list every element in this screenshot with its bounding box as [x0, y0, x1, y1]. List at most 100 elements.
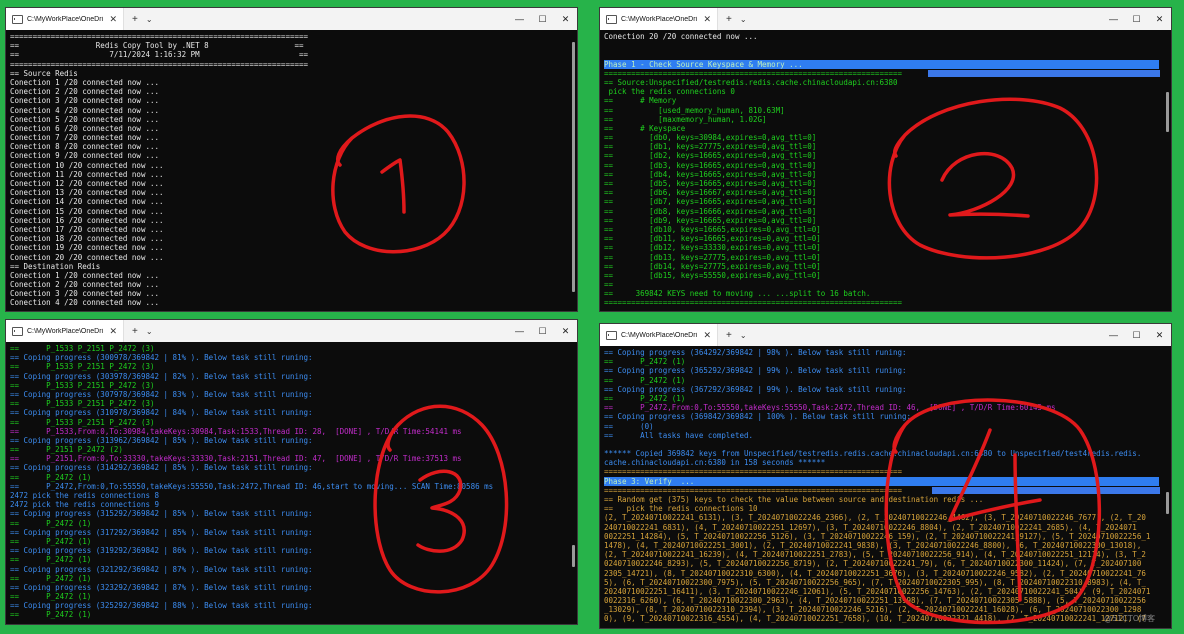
window-close-button[interactable]: ✕ [1148, 330, 1171, 341]
terminal-line: Conection 2 /20 connected now ... [10, 87, 160, 97]
terminal-line: == [db15, keys=55550,expires=0,avg_ttl=0… [604, 270, 821, 280]
terminal-line: Phase 1 - Check Source Keyspace & Memory… [604, 59, 1159, 69]
terminal-line: 0), (9, T_20240710022316_4554), (4, T_20… [604, 614, 1146, 624]
maximize-button[interactable]: ☐ [531, 326, 554, 337]
dropdown-chevron-icon[interactable]: ⌄ [740, 331, 747, 340]
terminal-tab[interactable]: C:\MyWorkPlace\OneDrive - f ✕ [600, 8, 718, 30]
minimize-button[interactable]: — [1102, 330, 1125, 340]
terminal-line: == Coping progress (323292/369842 | 87% … [10, 582, 313, 592]
scrollbar[interactable] [572, 42, 575, 292]
terminal-line: == [db13, keys=27775,expires=0,avg_ttl=0… [604, 252, 821, 262]
terminal-line: == Coping progress (367292/369842 | 99% … [604, 384, 907, 394]
maximize-button[interactable]: ☐ [1125, 330, 1148, 341]
window-close-button[interactable]: ✕ [554, 326, 577, 337]
terminal-line: ========================================… [604, 298, 903, 308]
terminal-line: 20240710022251_16411), (3, T_20240710022… [604, 586, 1151, 596]
terminal-line: Conection 5 /20 connected now ... [10, 114, 160, 124]
terminal-line: (2, T_20240710022241_6131), (3, T_202407… [604, 513, 1146, 523]
terminal-line: == Coping progress (310978/369842 | 84% … [10, 408, 313, 418]
tab-close-icon[interactable]: ✕ [103, 326, 123, 337]
terminal-line: == [db3, keys=16665,expires=0,avg_ttl=0] [604, 160, 817, 170]
tab-close-icon[interactable]: ✕ [697, 14, 717, 25]
terminal-line: == Coping progress (364292/369842 | 98% … [604, 348, 907, 357]
terminal-line: 2472 pick the redis connections 8 [10, 491, 160, 500]
dropdown-chevron-icon[interactable]: ⌄ [146, 327, 153, 336]
terminal-line: == Random get (375) keys to check the va… [604, 495, 984, 504]
terminal-line: == [db10, keys=16665,expires=0,avg_ttl=0… [604, 224, 821, 234]
dropdown-chevron-icon[interactable]: ⌄ [740, 15, 747, 24]
terminal-line: 2305_14721), (8, T_20240710022310_6300),… [604, 568, 1146, 578]
terminal-line: == Coping progress (307978/369842 | 83% … [10, 389, 313, 399]
terminal-line: == # Memory [604, 96, 677, 106]
terminal-line: == [db8, keys=16666,expires=0,avg_ttl=0] [604, 206, 817, 216]
terminal-tab[interactable]: C:\MyWorkPlace\OneDrive - f ✕ [600, 324, 718, 346]
terminal-line: == 7/11/2024 1:16:32 PM == [10, 50, 309, 60]
tab-close-icon[interactable]: ✕ [103, 14, 123, 25]
new-tab-button[interactable]: + [726, 14, 732, 25]
minimize-button[interactable]: — [508, 14, 531, 24]
new-tab-button[interactable]: + [132, 14, 138, 25]
terminal-line: Conection 1 /20 connected now ... [10, 270, 160, 280]
terminal-line: == Coping progress (325292/369842 | 88% … [10, 601, 313, 611]
watermark: @51CTO博客 [1104, 614, 1155, 623]
terminal-line: == 369842 KEYS need to moving ... ...spl… [604, 289, 871, 299]
title-bar: C:\MyWorkPlace\OneDrive - f ✕ + ⌄ — ☐ ✕ [600, 8, 1171, 30]
terminal-line: == Coping progress (317292/369842 | 85% … [10, 527, 313, 537]
terminal-line: == Coping progress (321292/369842 | 87% … [10, 564, 313, 574]
terminal-line: == P_2472 (1) [604, 393, 686, 403]
terminal-line: Conection 13 /20 connected now ... [10, 188, 164, 198]
terminal-line: Conection 20 /20 connected now ... [604, 32, 758, 41]
title-bar: C:\MyWorkPlace\OneDrive - f ✕ + ⌄ — ☐ ✕ [600, 324, 1171, 346]
maximize-button[interactable]: ☐ [1125, 14, 1148, 25]
new-tab-button[interactable]: + [726, 330, 732, 341]
terminal-line: == Coping progress (369842/369842 | 100%… [604, 412, 912, 422]
terminal-tab[interactable]: C:\MyWorkPlace\OneDrive - f ✕ [6, 320, 124, 342]
terminal-line: (2, T_20240710022241_16239), (4, T_20240… [604, 550, 1146, 560]
terminal-line: Conection 14 /20 connected now ... [10, 197, 164, 207]
terminal-line: == [db14, keys=27775,expires=0,avg_ttl=0… [604, 261, 821, 271]
terminal-line: Conection 10 /20 connected now ... [10, 160, 164, 170]
terminal-line: == [maxmemory_human, 1.02G] [604, 114, 767, 124]
minimize-button[interactable]: — [1102, 14, 1125, 24]
minimize-button[interactable]: — [508, 326, 531, 336]
title-bar: C:\MyWorkPlace\OneDrive - f ✕ + ⌄ — ☐ ✕ [6, 320, 577, 342]
terminal-line: == P_2151,From:0,To:33330,takeKeys:33330… [10, 454, 462, 464]
terminal-icon [606, 330, 617, 340]
terminal-line: pick the redis connections 0 [604, 87, 735, 97]
terminal-output[interactable]: ========================================… [10, 32, 565, 311]
terminal-line: 240710022241_6831), (4, T_20240710022251… [604, 522, 1137, 532]
terminal-line: == Source:Unspecified/testredis.redis.ca… [604, 77, 898, 87]
window-close-button[interactable]: ✕ [554, 14, 577, 25]
terminal-line: == P_1533 P_2151 P_2472 (3) [10, 362, 155, 372]
terminal-line: == P_1533 P_2151 P_2472 (3) [10, 344, 155, 353]
tab-close-icon[interactable]: ✕ [697, 330, 717, 341]
terminal-line: == P_2472 (1) [10, 555, 92, 565]
terminal-line: == Coping progress (315292/369842 | 85% … [10, 509, 313, 519]
new-tab-button[interactable]: + [132, 326, 138, 337]
maximize-button[interactable]: ☐ [531, 14, 554, 25]
terminal-line: == P_2472 (1) [10, 472, 92, 482]
terminal-tab[interactable]: C:\MyWorkPlace\OneDrive - f ✕ [6, 8, 124, 30]
terminal-output[interactable]: == P_1533 P_2151 P_2472 (3) == Coping pro… [10, 344, 565, 624]
terminal-window-1: C:\MyWorkPlace\OneDrive - f ✕ + ⌄ — ☐ ✕ … [5, 7, 578, 312]
terminal-line: == [used_memory_human, 810.63M] [604, 105, 785, 115]
terminal-line: == P_2151 P_2472 (2) [10, 445, 123, 455]
scrollbar[interactable] [1166, 92, 1169, 132]
terminal-line: == [db0, keys=30984,expires=0,avg_ttl=0] [604, 133, 817, 143]
terminal-line: 0022316_6260), (6, T_20240710022300_2963… [604, 596, 1146, 606]
terminal-line: Conection 4 /20 connected now ... [10, 105, 160, 115]
terminal-icon [606, 14, 617, 24]
scrollbar[interactable] [1166, 492, 1169, 514]
terminal-line: Conection 15 /20 connected now ... [10, 206, 164, 216]
terminal-line: Conection 11 /20 connected now ... [10, 169, 164, 179]
terminal-line: == P_1533 P_2151 P_2472 (3) [10, 417, 155, 427]
terminal-line: == P_2472,From:0,To:55550,takeKeys:55550… [10, 481, 494, 491]
window-close-button[interactable]: ✕ [1148, 14, 1171, 25]
terminal-line: Conection 8 /20 connected now ... [10, 142, 160, 152]
scrollbar[interactable] [572, 545, 575, 567]
terminal-line: == P_2472 (1) [10, 518, 92, 528]
terminal-line: _13029), (8, T_20240710022310_2394), (3,… [604, 605, 1142, 615]
tab-title: C:\MyWorkPlace\OneDrive - f [27, 15, 104, 23]
dropdown-chevron-icon[interactable]: ⌄ [146, 15, 153, 24]
